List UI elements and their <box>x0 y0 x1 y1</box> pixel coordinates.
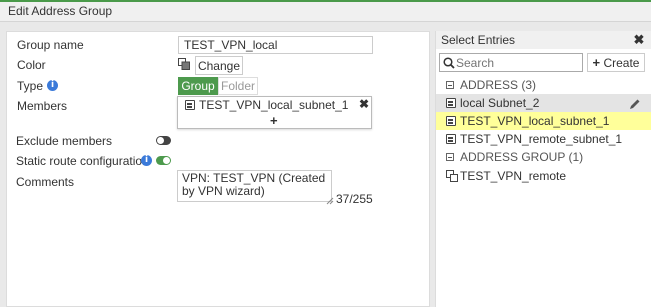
group-name-label: Group name <box>17 38 84 52</box>
static-route-toggle[interactable] <box>156 156 171 165</box>
create-button-label: Create <box>603 56 640 70</box>
plus-icon: + <box>592 55 601 70</box>
list-item-label: TEST_VPN_remote <box>460 169 567 183</box>
close-icon[interactable]: ✖ <box>632 31 646 49</box>
resize-grip-icon[interactable] <box>326 194 334 205</box>
color-swatch-icon <box>178 58 190 70</box>
address-icon <box>446 134 456 144</box>
static-route-info-icon[interactable]: i <box>141 155 152 166</box>
members-label: Members <box>17 99 68 113</box>
address-icon <box>446 98 456 108</box>
dialog-title: Edit Address Group <box>0 2 651 22</box>
select-entries-panel: Select Entries ✖ + Create ADDRESS (3) lo… <box>435 31 651 307</box>
address-icon <box>185 100 195 110</box>
add-member-button[interactable]: + <box>270 113 278 128</box>
color-label: Color <box>17 58 46 72</box>
type-option-group[interactable]: Group <box>178 77 218 95</box>
type-label: Type <box>17 79 44 93</box>
list-item-label: TEST_VPN_remote_subnet_1 <box>460 132 623 146</box>
address-icon <box>446 116 456 126</box>
comments-label: Comments <box>16 175 75 189</box>
group-header-address-group[interactable]: ADDRESS GROUP (1) <box>436 148 651 166</box>
search-icon <box>443 57 455 69</box>
exclude-members-label: Exclude members <box>16 134 113 148</box>
edit-form: Group name Color Change Type i Group Fol… <box>6 31 430 307</box>
address-group-icon <box>446 170 458 182</box>
remove-member-icon[interactable]: ✖ <box>359 97 369 111</box>
exclude-members-toggle[interactable] <box>156 136 171 145</box>
list-item[interactable]: TEST_VPN_remote <box>436 167 651 185</box>
create-button[interactable]: + Create <box>587 53 645 72</box>
members-box[interactable]: TEST_VPN_local_subnet_1 ✖ + <box>177 96 372 129</box>
comments-counter: 37/255 <box>336 192 373 206</box>
type-option-folder[interactable]: Folder <box>218 77 258 95</box>
list-item[interactable]: local Subnet_2 <box>436 94 651 112</box>
list-item[interactable]: TEST_VPN_local_subnet_1 <box>436 112 651 130</box>
edit-pencil-icon[interactable] <box>629 97 641 109</box>
group-header-label: ADDRESS (3) <box>460 78 537 92</box>
list-item-label: TEST_VPN_local_subnet_1 <box>460 114 610 128</box>
group-header-label: ADDRESS GROUP (1) <box>460 150 584 164</box>
list-item[interactable]: TEST_VPN_remote_subnet_1 <box>436 130 651 148</box>
comments-textarea[interactable] <box>177 170 332 202</box>
group-name-input[interactable] <box>178 36 373 54</box>
collapse-icon <box>446 81 454 89</box>
type-info-icon[interactable]: i <box>47 80 58 91</box>
color-change-button[interactable]: Change <box>195 56 243 75</box>
list-item-label: local Subnet_2 <box>460 96 540 110</box>
panel-title: Select Entries <box>436 31 651 49</box>
search-box[interactable] <box>439 53 583 72</box>
group-header-address[interactable]: ADDRESS (3) <box>436 76 651 94</box>
member-item: TEST_VPN_local_subnet_1 <box>199 98 349 112</box>
static-route-label: Static route configuration <box>16 154 149 168</box>
search-input[interactable] <box>456 54 582 71</box>
collapse-icon <box>446 153 454 161</box>
